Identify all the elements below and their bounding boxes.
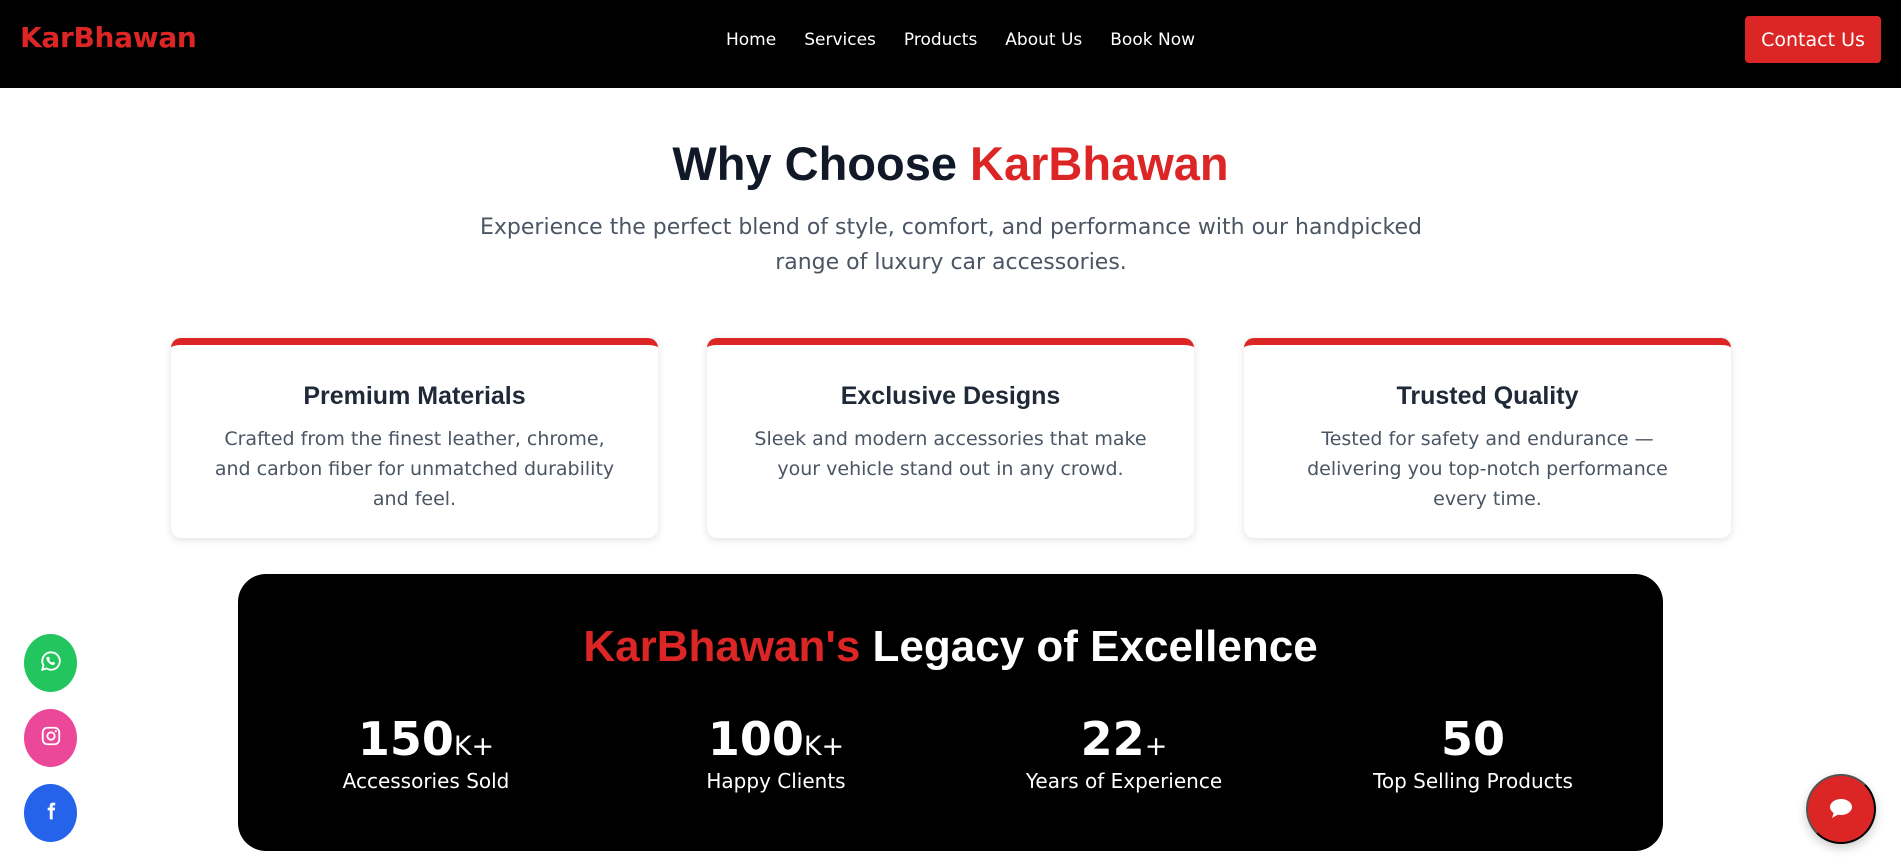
stat-value-line: 50 [1313, 714, 1633, 764]
feature-card-text: Crafted from the finest leather, chrome,… [214, 428, 615, 510]
feature-card-text: Sleek and modern accessories that make y… [754, 428, 1147, 480]
nav-link-book-now[interactable]: Book Now [1110, 30, 1195, 50]
legacy-title-accent: KarBhawan's [583, 622, 861, 671]
instagram-button[interactable] [24, 709, 77, 767]
feature-card-title: Trusted Quality [1396, 382, 1579, 410]
stat-happy-clients: 100K+ Happy Clients [616, 714, 936, 793]
why-choose-subtitle: Experience the perfect blend of style, c… [480, 215, 1422, 275]
stat-suffix: + [1144, 731, 1168, 762]
chat-widget-button[interactable] [1806, 774, 1876, 844]
stat-label: Years of Experience [1025, 769, 1223, 793]
facebook-icon [41, 798, 61, 828]
stat-label: Top Selling Products [1373, 769, 1573, 793]
top-navbar: KarBhawan Home Services Products About U… [0, 0, 1901, 88]
facebook-button[interactable] [24, 784, 77, 842]
stat-number: 100 [707, 712, 804, 766]
brand-logo[interactable]: KarBhawan [20, 21, 197, 54]
feature-card-title: Exclusive Designs [840, 382, 1061, 410]
why-choose-title: Why Choose KarBhawan [0, 136, 1901, 191]
stat-accessories-sold: 150K+ Accessories Sold [266, 714, 586, 793]
feature-card-text: Tested for safety and endurance — delive… [1307, 428, 1668, 510]
feature-card-title: Premium Materials [303, 382, 526, 410]
feature-card-trusted-quality: Trusted Quality Tested for safety and en… [1244, 338, 1731, 538]
chat-bubble-icon [1828, 797, 1854, 822]
main-nav: Home Services Products About Us Book Now [726, 30, 1195, 50]
stat-value-line: 22+ [964, 714, 1284, 764]
feature-card-exclusive-designs: Exclusive Designs Sleek and modern acces… [707, 338, 1194, 538]
stat-value-line: 100K+ [616, 714, 936, 764]
stat-number: 22 [1080, 712, 1145, 766]
nav-link-about-us[interactable]: About Us [1005, 30, 1082, 50]
contact-us-button[interactable]: Contact Us [1745, 16, 1881, 63]
why-choose-title-accent: KarBhawan [970, 137, 1229, 190]
feature-cards: Premium Materials Crafted from the fines… [171, 338, 1731, 538]
stat-number: 150 [357, 712, 454, 766]
stat-value-line: 150K+ [266, 714, 586, 764]
nav-link-services[interactable]: Services [804, 30, 876, 50]
instagram-icon [40, 725, 62, 751]
nav-link-home[interactable]: Home [726, 30, 776, 50]
stat-years-experience: 22+ Years of Experience [964, 714, 1284, 793]
feature-card-premium-materials: Premium Materials Crafted from the fines… [171, 338, 658, 538]
why-choose-title-prefix: Why Choose [672, 137, 971, 190]
stat-suffix: K+ [453, 731, 495, 762]
whatsapp-icon [40, 650, 62, 676]
nav-link-products[interactable]: Products [904, 30, 977, 50]
stat-label: Happy Clients [706, 769, 846, 793]
legacy-stats-section: KarBhawan's Legacy of Excellence 150K+ A… [238, 574, 1663, 851]
legacy-title-rest: Legacy of Excellence [860, 622, 1318, 671]
stat-suffix: K+ [803, 731, 845, 762]
legacy-title: KarBhawan's Legacy of Excellence [238, 622, 1663, 672]
whatsapp-button[interactable] [24, 634, 77, 692]
stat-top-selling-products: 50 Top Selling Products [1313, 714, 1633, 793]
stat-label: Accessories Sold [342, 769, 510, 793]
stat-number: 50 [1440, 712, 1505, 766]
